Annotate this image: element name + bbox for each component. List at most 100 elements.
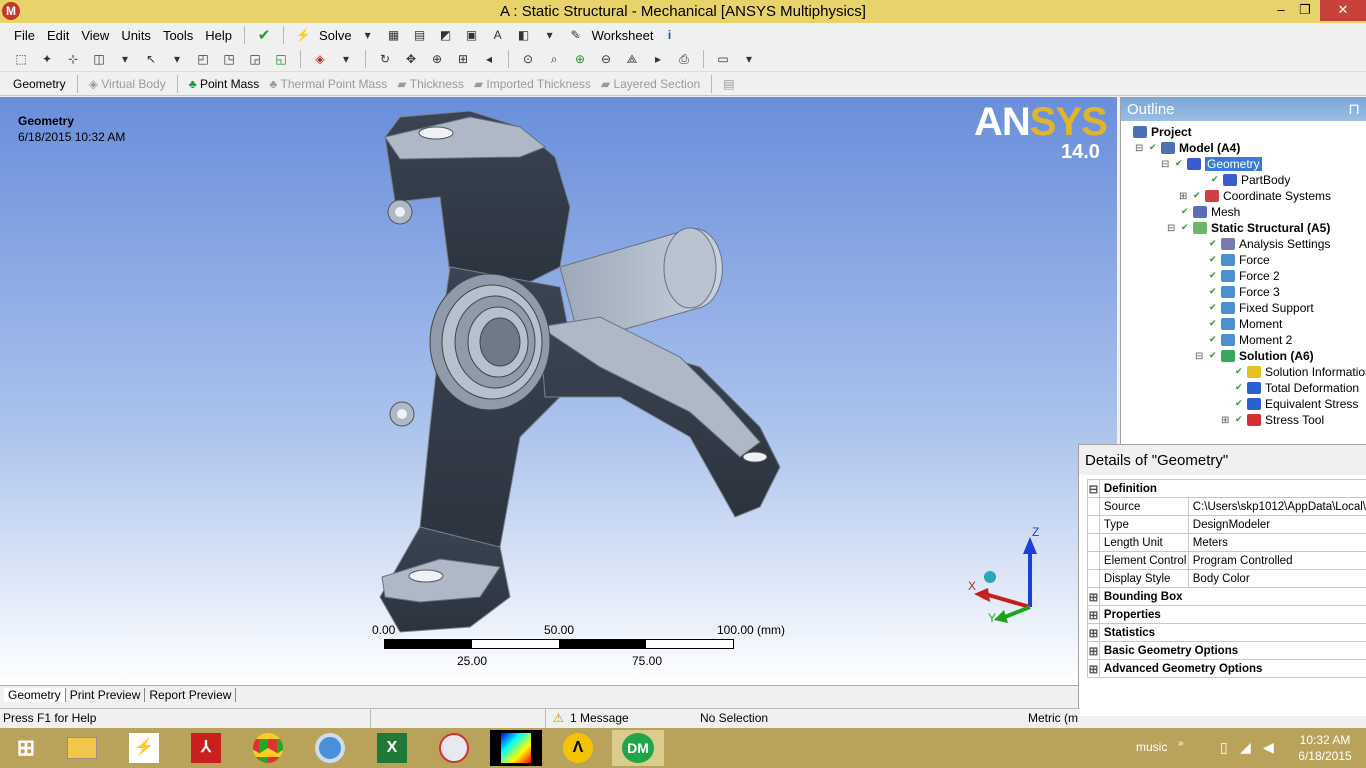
tab-print-preview[interactable]: Print Preview: [66, 687, 146, 702]
zoom-to-fit-icon[interactable]: ⊙: [518, 50, 538, 68]
expand-icon[interactable]: ⊞: [1087, 659, 1100, 678]
tab-geometry[interactable]: Geometry: [4, 687, 66, 702]
previous-view-icon[interactable]: ◂: [479, 50, 499, 68]
status-messages[interactable]: 1 Message: [570, 711, 629, 725]
rotate-icon[interactable]: ↻: [375, 50, 395, 68]
signal-icon[interactable]: ◢: [1240, 739, 1251, 756]
statistics-group[interactable]: ⊞ Statistics: [1087, 623, 1366, 642]
excel-icon[interactable]: X: [366, 730, 418, 766]
box-zoom-icon[interactable]: ⊞: [453, 50, 473, 68]
ansys-workbench-icon[interactable]: Λ: [552, 730, 604, 766]
matlab-icon[interactable]: ⚡: [118, 730, 170, 766]
chevron-down-icon[interactable]: ▾: [540, 26, 560, 44]
expand-icon[interactable]: ⊞: [1179, 191, 1187, 202]
text-icon[interactable]: A: [488, 26, 508, 44]
tree-item[interactable]: ✔ Force 3: [1209, 284, 1280, 300]
tree-item[interactable]: ✔ Analysis Settings: [1209, 236, 1330, 252]
tree-item[interactable]: ✔ Solution Information: [1235, 364, 1366, 380]
pan-icon[interactable]: ✥: [401, 50, 421, 68]
design-modeler-icon[interactable]: DM: [612, 730, 664, 766]
file-explorer-icon[interactable]: [56, 730, 108, 766]
chevron-down-icon[interactable]: ▾: [739, 50, 759, 68]
tree-item[interactable]: ✔ Force 2: [1209, 268, 1280, 284]
pin-icon[interactable]: ⊓: [1348, 100, 1360, 118]
label-icon[interactable]: ▤: [410, 26, 430, 44]
print-icon[interactable]: ⎙: [674, 50, 694, 68]
collapse-icon[interactable]: ⊟: [1161, 159, 1169, 170]
status-units[interactable]: Metric (m: [1028, 711, 1078, 725]
advanced-geometry-options-group[interactable]: ⊞ Advanced Geometry Options: [1087, 659, 1366, 678]
bounding-box-group[interactable]: ⊞ Bounding Box: [1087, 587, 1366, 606]
collapse-icon[interactable]: ⊟: [1167, 223, 1175, 234]
detail-value[interactable]: Program Controlled: [1187, 551, 1366, 570]
body-select-icon[interactable]: ◱: [271, 50, 291, 68]
tree-item[interactable]: ⊟ ✔ Static Structural (A5): [1167, 220, 1330, 236]
magnifier-icon[interactable]: ⌕: [544, 50, 564, 68]
detail-value[interactable]: Meters: [1187, 533, 1366, 552]
vertex-select-icon[interactable]: ◰: [193, 50, 213, 68]
imported-thickness-button[interactable]: ▰ Imported Thickness: [474, 77, 591, 91]
worksheet-icon[interactable]: ✎: [566, 26, 586, 44]
chevron-down-icon[interactable]: ▾: [115, 50, 135, 68]
coordinates-icon[interactable]: ⊹: [63, 50, 83, 68]
expand-icon[interactable]: ⊞: [1087, 605, 1100, 624]
collapse-icon[interactable]: ⊟: [1195, 351, 1203, 362]
select-mode-icon[interactable]: ⬚: [11, 50, 31, 68]
chrome-alt-icon[interactable]: [304, 730, 356, 766]
menu-view[interactable]: View: [81, 28, 109, 43]
context-extra-icon[interactable]: ▤: [723, 77, 734, 91]
tree-item[interactable]: ⊞ ✔ Stress Tool: [1221, 412, 1324, 428]
lightning-icon[interactable]: ⚡: [293, 26, 313, 44]
detail-row[interactable]: Source C:\Users\skp1012\AppData\Local\: [1087, 497, 1366, 516]
zoom-icon[interactable]: ⊕: [427, 50, 447, 68]
spectrum-app-icon[interactable]: [490, 730, 542, 766]
expand-icon[interactable]: ⊞: [1087, 587, 1100, 606]
menu-help[interactable]: Help: [205, 28, 232, 43]
battery-icon[interactable]: ▯: [1220, 739, 1228, 756]
expand-icon[interactable]: ⊞: [1087, 623, 1100, 642]
menu-file[interactable]: File: [14, 28, 35, 43]
knuckle-model[interactable]: [0, 97, 1117, 685]
edge-select-icon[interactable]: ◳: [219, 50, 239, 68]
zoom-in-icon[interactable]: ⊕: [570, 50, 590, 68]
tree-item[interactable]: Project: [1133, 124, 1192, 140]
tree-item[interactable]: ⊟ ✔ Geometry: [1161, 156, 1262, 172]
select-type-icon[interactable]: ◫: [89, 50, 109, 68]
volume-icon[interactable]: ◀: [1263, 739, 1274, 756]
tree-item[interactable]: ✔ Force: [1209, 252, 1270, 268]
face-select-icon[interactable]: ◲: [245, 50, 265, 68]
expand-icon[interactable]: ⊞: [1221, 415, 1229, 426]
detail-row[interactable]: Display Style Body Color: [1087, 569, 1366, 588]
virtual-body-button[interactable]: ◈ Virtual Body: [89, 77, 166, 91]
definition-group[interactable]: ⊟ Definition: [1087, 479, 1366, 498]
menu-tools[interactable]: Tools: [163, 28, 193, 43]
pointer-icon[interactable]: ↖: [141, 50, 161, 68]
menu-units[interactable]: Units: [121, 28, 151, 43]
table-icon[interactable]: ▦: [384, 26, 404, 44]
tree-item[interactable]: ✔ Equivalent Stress: [1235, 396, 1358, 412]
worksheet-button[interactable]: Worksheet: [592, 28, 654, 43]
chevron-down-icon[interactable]: ▾: [167, 50, 187, 68]
extend-select-icon[interactable]: ◈: [310, 50, 330, 68]
tree-item[interactable]: ✔ Fixed Support: [1209, 300, 1314, 316]
tree-item[interactable]: ✔ PartBody: [1211, 172, 1290, 188]
chrome-icon[interactable]: [242, 730, 294, 766]
basic-geometry-options-group[interactable]: ⊞ Basic Geometry Options: [1087, 641, 1366, 660]
image-icon[interactable]: ◧: [514, 26, 534, 44]
collapse-icon[interactable]: ⊟: [1135, 143, 1143, 154]
info-icon[interactable]: i: [659, 26, 679, 44]
menu-edit[interactable]: Edit: [47, 28, 69, 43]
tree-item[interactable]: ⊟ ✔ Model (A4): [1135, 140, 1240, 156]
tray-expand-icon[interactable]: »: [1178, 738, 1184, 749]
layered-section-button[interactable]: ▰ Layered Section: [601, 77, 700, 91]
viewport-layout-icon[interactable]: ▭: [713, 50, 733, 68]
maximize-button[interactable]: ❐: [1288, 0, 1322, 21]
tree-item[interactable]: ⊞ ✔ Coordinate Systems: [1179, 188, 1331, 204]
expand-icon[interactable]: ⊞: [1087, 641, 1100, 660]
chevron-down-icon[interactable]: ▾: [358, 26, 378, 44]
tray-music-label[interactable]: music: [1136, 740, 1167, 754]
detail-row[interactable]: Length Unit Meters: [1087, 533, 1366, 552]
collapse-icon[interactable]: ⊟: [1087, 479, 1100, 498]
detail-value[interactable]: DesignModeler: [1187, 515, 1366, 534]
detail-row[interactable]: Element Control Program Controlled: [1087, 551, 1366, 570]
